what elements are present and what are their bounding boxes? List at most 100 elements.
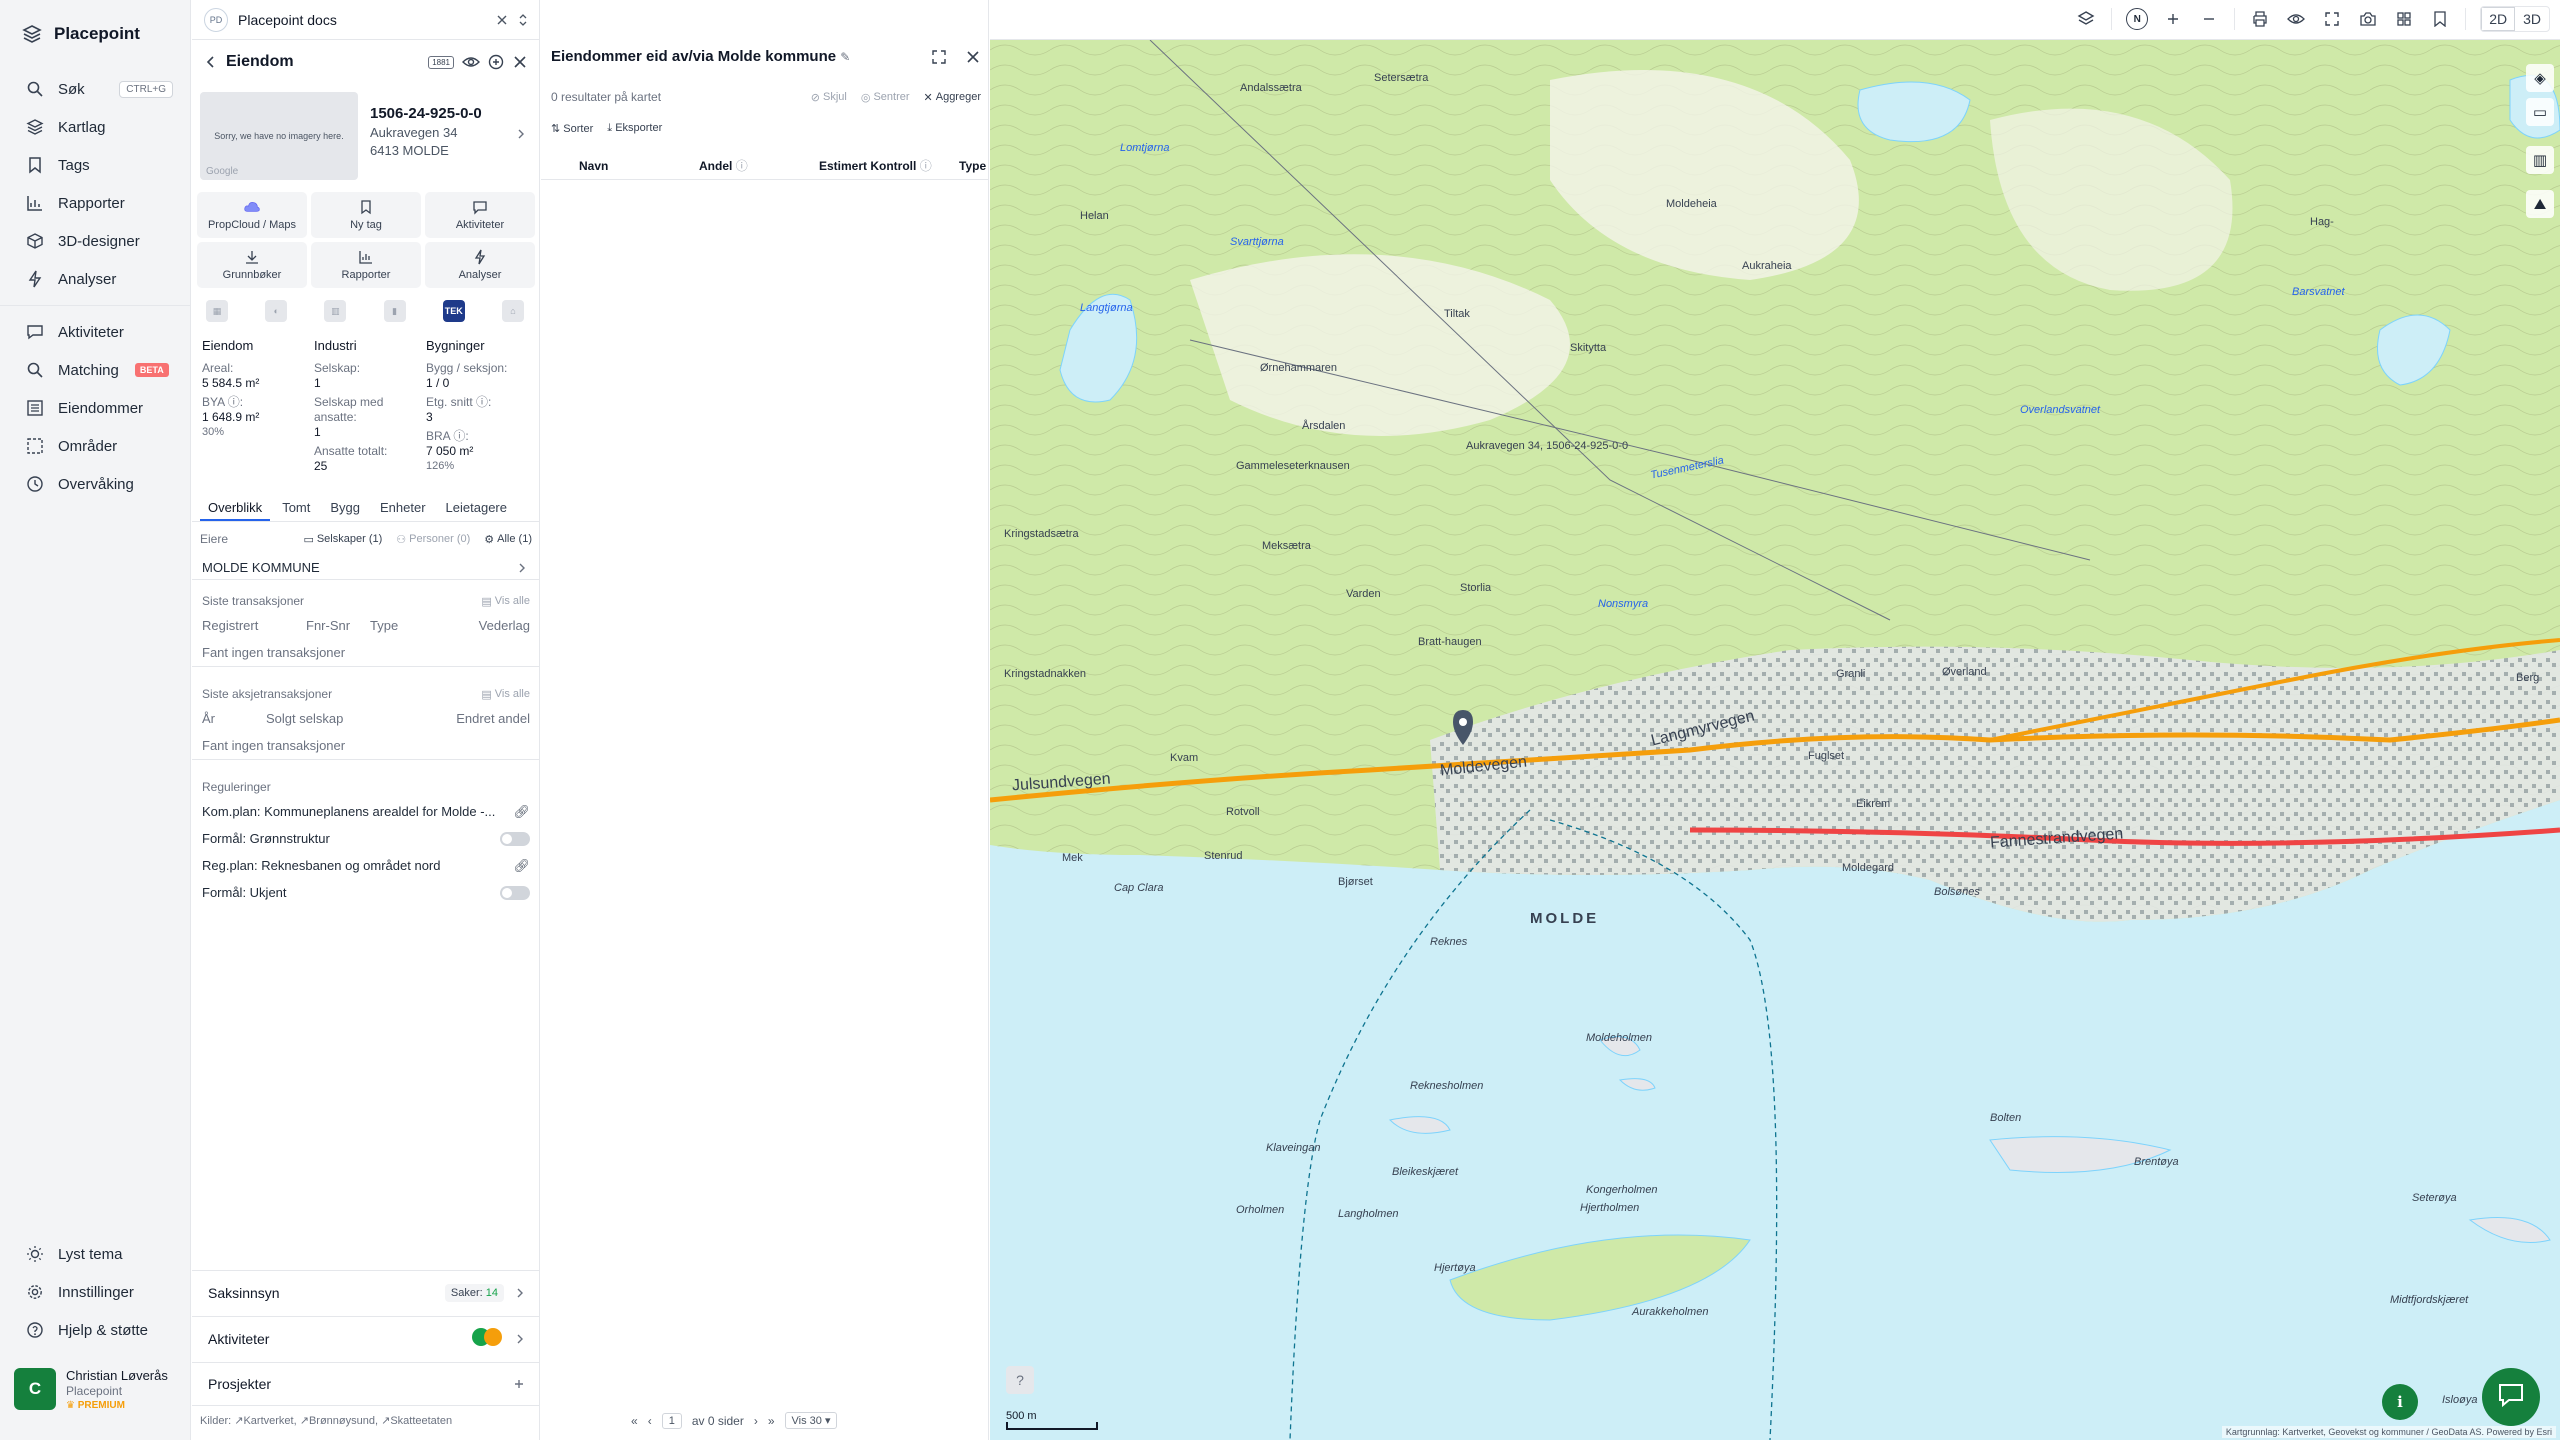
col-header[interactable]: Estimert Kontroll ⓘ: [819, 157, 959, 174]
bookmark-icon[interactable]: [2429, 8, 2451, 30]
layers-stack-icon[interactable]: [2075, 8, 2097, 30]
col-header[interactable]: Navn: [579, 159, 699, 173]
owner-row[interactable]: MOLDE KOMMUNE: [192, 556, 540, 580]
building-register-icon[interactable]: ▦: [206, 300, 228, 322]
plus-icon[interactable]: [514, 1379, 524, 1389]
map-measure-button[interactable]: ▭: [2526, 98, 2554, 126]
chevron-right-icon[interactable]: [517, 128, 525, 140]
close-icon[interactable]: [496, 14, 508, 26]
link-icon[interactable]: 🔗︎: [513, 858, 530, 874]
grid-icon[interactable]: [2393, 8, 2415, 30]
prev-page-icon[interactable]: ‹: [648, 1414, 652, 1428]
nav-item-eiendommer[interactable]: Eiendommer: [0, 389, 191, 427]
next-page-icon[interactable]: ›: [754, 1414, 758, 1428]
fullscreen-icon[interactable]: [2321, 8, 2343, 30]
add-circle-icon[interactable]: [488, 54, 504, 70]
streetview-thumbnail[interactable]: Sorry, we have no imagery here. Google: [200, 92, 358, 180]
map-canvas[interactable]: Aukravegen 34, 1506-24-925-0-0 MOLDE Mol…: [990, 40, 2560, 1440]
nav-item-analyser[interactable]: Analyser: [0, 260, 191, 298]
view-all-link[interactable]: ▤ Vis alle: [481, 595, 530, 608]
property-summary[interactable]: 1506-24-925-0-0 Aukravegen 34 6413 MOLDE: [370, 104, 530, 160]
tab-overblikk[interactable]: Overblikk: [200, 496, 271, 521]
nav-item-aktiviteter[interactable]: Aktiviteter: [0, 313, 191, 351]
info-button[interactable]: i: [2382, 1384, 2418, 1420]
view-all-link[interactable]: ▤ Vis alle: [481, 688, 530, 701]
mode-2d-button[interactable]: 2D: [2481, 7, 2516, 31]
aggregate-button[interactable]: ✕ Aggreger: [924, 91, 981, 104]
nav-item-innstillinger[interactable]: Innstillinger: [0, 1273, 191, 1311]
nav-item-sok[interactable]: Søk CTRL+G: [0, 70, 191, 108]
analyses-button[interactable]: Analyser: [425, 242, 535, 288]
source-link[interactable]: ↗Brønnøysund,: [300, 1415, 378, 1427]
nav-item-kartlag[interactable]: Kartlag: [0, 108, 191, 146]
page-input[interactable]: 1: [661, 1412, 682, 1429]
tab-tomt[interactable]: Tomt: [274, 496, 318, 521]
bars-icon[interactable]: ▮: [383, 300, 406, 322]
tab-bygg[interactable]: Bygg: [322, 496, 368, 521]
brand[interactable]: Placepoint: [22, 22, 140, 46]
first-page-icon[interactable]: «: [631, 1414, 638, 1428]
nav-item-3d-designer[interactable]: 3D-designer: [0, 222, 191, 260]
nav-item-tags[interactable]: Tags: [0, 146, 191, 184]
back-icon[interactable]: [204, 55, 218, 69]
expand-icon[interactable]: [931, 49, 947, 65]
1881-badge[interactable]: 1881: [428, 55, 454, 69]
compass-icon[interactable]: N: [2126, 8, 2149, 30]
source-link[interactable]: ↗Skatteetaten: [381, 1415, 452, 1427]
nav-item-hjelp[interactable]: Hjelp & støtte: [0, 1311, 191, 1349]
eye-icon[interactable]: [2285, 8, 2307, 30]
chevron-updown-icon[interactable]: [518, 13, 528, 27]
nav-item-lyst-tema[interactable]: Lyst tema: [0, 1235, 191, 1273]
filter-all[interactable]: ⚙ Alle (1): [484, 533, 532, 546]
tab-leietagere[interactable]: Leietagere: [438, 496, 515, 521]
camera-icon[interactable]: [2357, 8, 2379, 30]
reports-button[interactable]: Rapporter: [311, 242, 421, 288]
nav-item-matching[interactable]: Matching BETA: [0, 351, 191, 389]
nav-item-overvaking[interactable]: Overvåking: [0, 465, 191, 503]
map-layers-button[interactable]: ◈: [2526, 64, 2554, 92]
sort-button[interactable]: ⇅ Sorter: [551, 122, 593, 135]
map-help-button[interactable]: ?: [1006, 1366, 1034, 1394]
regulation-row[interactable]: Kom.plan: Kommuneplanens arealdel for Mo…: [202, 798, 530, 825]
center-button[interactable]: ◎ Sentrer: [861, 91, 910, 104]
layer-toggle[interactable]: [500, 831, 530, 846]
print-icon[interactable]: [2249, 8, 2271, 30]
eye-icon[interactable]: [462, 55, 480, 69]
source-link[interactable]: ↗Kartverket,: [234, 1415, 296, 1427]
hide-button[interactable]: ⊘ Skjul: [811, 91, 847, 104]
grunnboker-button[interactable]: Grunnbøker: [197, 242, 307, 288]
chat-support-button[interactable]: [2482, 1368, 2540, 1426]
home-icon[interactable]: ⌂: [501, 300, 524, 322]
nav-item-rapporter[interactable]: Rapporter: [0, 184, 191, 222]
globe-icon[interactable]: ◐: [265, 300, 288, 322]
activities-button[interactable]: Aktiviteter: [425, 192, 535, 238]
factory-icon[interactable]: ▥: [324, 300, 347, 322]
nav-item-omrader[interactable]: Områder: [0, 427, 191, 465]
mode-3d-button[interactable]: 3D: [2515, 7, 2549, 31]
tab-enheter[interactable]: Enheter: [372, 496, 434, 521]
regulation-row[interactable]: Reg.plan: Reknesbanen og området nord 🔗︎: [202, 852, 530, 879]
edit-icon[interactable]: ✎: [840, 50, 850, 64]
col-header[interactable]: Andel ⓘ: [699, 157, 819, 174]
user-card[interactable]: C Christian Løverås Placepoint ♛ PREMIUM: [14, 1368, 176, 1426]
layer-toggle[interactable]: [500, 885, 530, 900]
zoom-out-icon[interactable]: [2198, 8, 2220, 30]
workspace-name[interactable]: Placepoint docs: [238, 12, 486, 28]
zoom-in-icon[interactable]: [2162, 8, 2184, 30]
new-tag-button[interactable]: Ny tag: [311, 192, 421, 238]
close-icon[interactable]: [965, 49, 981, 65]
saksinnsyn-accordion[interactable]: Saksinnsyn Saker: 14: [192, 1270, 540, 1314]
aktiviteter-accordion[interactable]: Aktiviteter: [192, 1316, 540, 1360]
propcloud-button[interactable]: PropCloud / Maps: [197, 192, 307, 238]
page-size-select[interactable]: Vis 30 ▾: [784, 1412, 838, 1429]
tek-icon[interactable]: TEK: [442, 300, 465, 322]
close-icon[interactable]: [512, 54, 528, 70]
export-button[interactable]: ⤓ Eksporter: [607, 122, 662, 135]
link-icon[interactable]: 🔗︎: [513, 804, 530, 820]
map-chart-button[interactable]: ▥: [2526, 146, 2554, 174]
last-page-icon[interactable]: »: [768, 1414, 775, 1428]
filter-companies[interactable]: ▭ Selskaper (1): [303, 533, 382, 546]
map-elevation-button[interactable]: ⛰︎: [2526, 190, 2554, 218]
prosjekter-accordion[interactable]: Prosjekter: [192, 1362, 540, 1406]
filter-persons[interactable]: ⚇ Personer (0): [396, 533, 470, 546]
